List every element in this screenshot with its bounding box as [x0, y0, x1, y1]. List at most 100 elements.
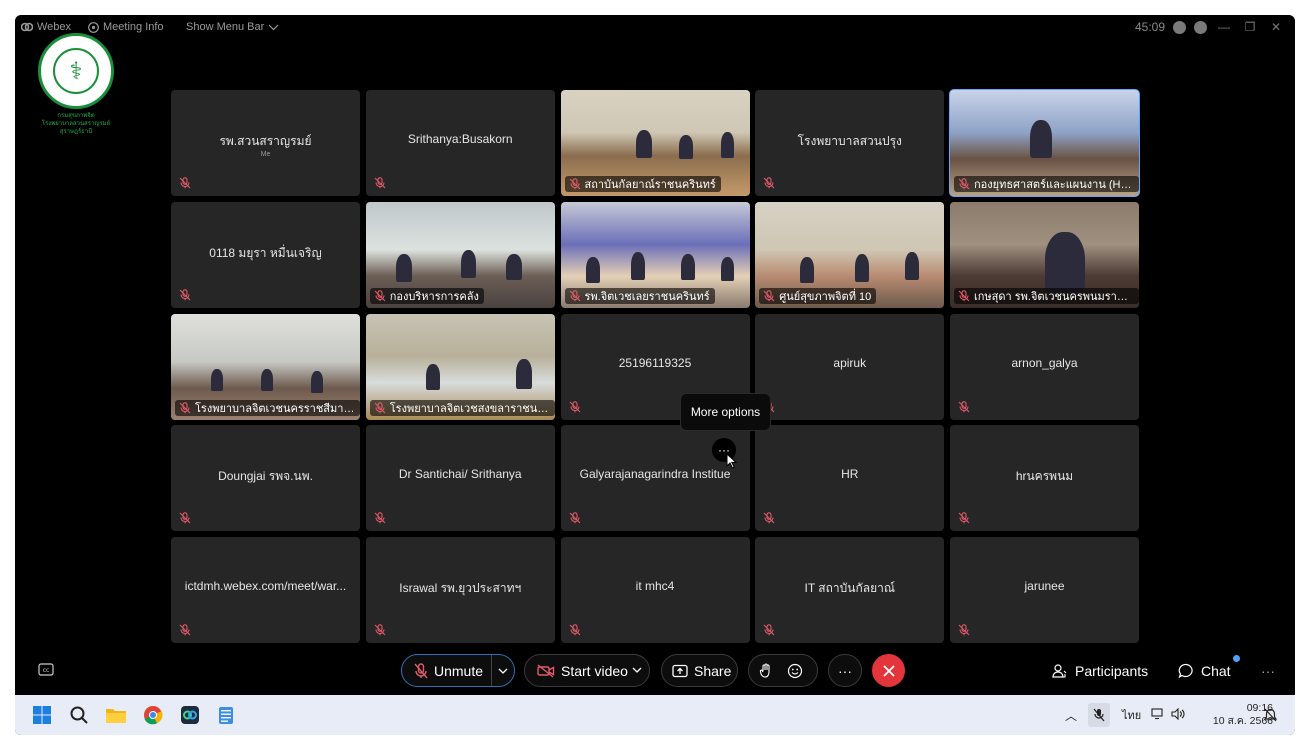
participant-tile[interactable]: IT สถาบันกัลยาณ์ — [755, 537, 945, 643]
search-icon[interactable] — [68, 704, 90, 726]
microphone-in-use-icon[interactable] — [1088, 703, 1110, 727]
windows-start-icon[interactable] — [31, 704, 53, 726]
participant-tile[interactable]: arnon_galya — [950, 313, 1139, 420]
participant-tile[interactable]: กองยุทธศาสตร์และแผนงาน (Host) — [949, 89, 1140, 197]
muted-microphone-icon — [958, 623, 970, 636]
captions-button[interactable]: cc — [38, 663, 54, 681]
participant-tile[interactable]: กองบริหารการคลัง — [365, 201, 555, 308]
chat-button[interactable]: Chat — [1178, 663, 1231, 679]
video-off-icon — [537, 663, 555, 678]
participant-name: เกษสุดา รพ.จิตเวชนครพนมราชนค... — [974, 290, 1134, 303]
muted-microphone-icon — [763, 511, 775, 524]
meeting-info-label: Meeting Info — [103, 21, 164, 33]
participant-tile[interactable]: โรงพยาบาลจิตเวชสงขลาราชนครินทร... — [365, 313, 555, 420]
participant-name: โรงพยาบาลสวนปรุง — [797, 134, 902, 148]
leave-meeting-button[interactable] — [872, 654, 905, 687]
participant-grid: รพ.สวนสราญรมย์ Me Srithanya:Busakorn สถาบัน… — [171, 89, 1140, 643]
participant-tile[interactable]: เกษสุดา รพ.จิตเวชนครพนมราชนค... — [950, 201, 1139, 308]
more-button[interactable]: ··· — [828, 654, 862, 687]
minimize-icon[interactable]: — — [1215, 20, 1233, 34]
video-options-chevron-icon[interactable] — [632, 667, 642, 673]
audio-options-dropdown[interactable] — [491, 655, 514, 686]
participant-name: jarunee — [1024, 579, 1065, 593]
muted-microphone-icon — [958, 511, 970, 524]
system-tray: ︿ ไทย — [1065, 695, 1185, 735]
participant-name: โรงพยาบาลจิตเวชนครราชสีมาราช... — [195, 402, 355, 415]
recording-status-icon[interactable] — [1173, 20, 1186, 34]
notification-bell-icon[interactable] — [1262, 704, 1278, 726]
participant-tile[interactable]: ictdmh.webex.com/meet/war... — [171, 537, 360, 643]
start-video-button[interactable]: Start video — [524, 654, 650, 687]
close-icon[interactable]: ✕ — [1267, 20, 1285, 34]
meeting-controls: cc Unmute Start video Share ··· Particip… — [15, 651, 1295, 693]
volume-icon[interactable] — [1171, 707, 1185, 723]
ministry-logo: ⚕ กรมสุขภาพจิต โรงพยาบาลสวนสราญรมย์ สุรา… — [35, 33, 117, 136]
meeting-info-button[interactable]: Meeting Info — [88, 21, 164, 33]
participant-tile[interactable]: รพ.สวนสราญรมย์ Me — [171, 90, 360, 196]
participant-tile[interactable]: ศูนย์สุขภาพจิตที่ 10 — [755, 201, 945, 308]
participant-name: กองยุทธศาสตร์และแผนงาน (Host) — [974, 179, 1134, 191]
start-video-label: Start video — [561, 662, 628, 679]
show-menu-bar-label: Show Menu Bar — [186, 21, 265, 33]
participant-tile[interactable]: รพ.จิตเวชเลยราชนครินทร์ — [560, 201, 750, 308]
unmute-button[interactable]: Unmute — [401, 654, 515, 687]
participant-name: IT สถาบันกัลยาณ์ — [804, 581, 895, 595]
webex-taskbar-icon[interactable] — [179, 704, 201, 726]
tray-overflow-chevron-icon[interactable]: ︿ — [1065, 707, 1077, 724]
muted-microphone-icon — [179, 288, 191, 301]
raise-hand-icon[interactable] — [759, 662, 773, 679]
participant-tile[interactable]: โรงพยาบาลจิตเวชนครราชสีมาราช... — [171, 313, 360, 420]
participant-tile[interactable]: it mhc4 — [560, 537, 750, 643]
participant-tile[interactable]: jarunee — [950, 537, 1139, 643]
notepad-icon[interactable] — [215, 704, 237, 726]
closed-captions-icon: cc — [38, 663, 54, 676]
muted-microphone-icon — [374, 401, 386, 414]
participant-name: 0118 มยุรา หมื่นเจริญ — [209, 245, 322, 260]
muted-microphone-icon — [569, 623, 581, 636]
muted-microphone-icon — [374, 511, 386, 524]
file-explorer-icon[interactable] — [105, 704, 127, 726]
participant-name-label: โรงพยาบาลจิตเวชนครราชสีมาราช... — [175, 399, 360, 416]
participant-tile[interactable]: apiruk — [755, 313, 945, 420]
participant-tile[interactable]: Dr Santichai/ Srithanya — [365, 425, 555, 532]
panel-options-button[interactable]: ··· — [1261, 663, 1275, 679]
emoji-reaction-icon[interactable] — [787, 663, 803, 679]
participant-name: hrนครพนม — [1015, 469, 1074, 484]
participant-tile[interactable]: Doungjai รพจ.นพ. — [171, 425, 360, 532]
participant-tile[interactable]: Srithanya:Busakorn — [365, 90, 555, 196]
close-icon — [882, 664, 895, 677]
svg-text:cc: cc — [43, 667, 50, 674]
participant-name: รพ.จิตเวชเลยราชนครินทร์ — [584, 290, 710, 303]
participant-name: arnon_galya — [1011, 355, 1078, 370]
chrome-icon[interactable] — [142, 704, 164, 726]
participant-tile[interactable]: Israwal รพ.ยุวประสาทฯ — [365, 537, 555, 643]
chevron-down-icon — [268, 24, 279, 30]
show-menu-bar-button[interactable]: Show Menu Bar — [186, 21, 279, 33]
participant-tile[interactable]: HR — [755, 425, 945, 532]
restore-icon[interactable]: ❐ — [1241, 20, 1259, 34]
network-icon[interactable] — [1151, 707, 1165, 723]
more-options-tooltip: More options — [680, 393, 771, 431]
participant-tile[interactable]: สถาบันกัลยาณ์ราชนครินทร์ — [560, 90, 750, 196]
webex-window: Webex Meeting Info Show Menu Bar 45:09 —… — [15, 15, 1295, 735]
meeting-timer: 45:09 — [1134, 20, 1165, 34]
share-button[interactable]: Share — [661, 654, 738, 687]
participant-tile[interactable]: 0118 มยุรา หมื่นเจริญ — [171, 201, 360, 308]
input-language[interactable]: ไทย — [1122, 706, 1141, 724]
windows-taskbar: ︿ ไทย 09:16 10 ส.ค. 2566 — [15, 695, 1295, 735]
participants-icon — [1052, 664, 1067, 678]
participant-name-label: โรงพยาบาลจิตเวชสงขลาราชนครินทร... — [369, 399, 555, 416]
participant-tile[interactable]: โรงพยาบาลสวนปรุง — [755, 90, 945, 196]
participant-name: HR — [841, 467, 859, 482]
participants-label: Participants — [1075, 663, 1149, 679]
webex-app-menu[interactable]: Webex — [21, 21, 71, 33]
muted-microphone-icon — [958, 290, 970, 302]
chat-notification-dot — [1233, 655, 1240, 662]
participant-name: Galyarajanagarindra Institue — [579, 467, 731, 482]
title-bar: Webex Meeting Info Show Menu Bar 45:09 —… — [15, 15, 1295, 41]
network-health-icon[interactable] — [1194, 20, 1207, 34]
participant-tile[interactable]: hrนครพนม — [950, 425, 1139, 532]
muted-microphone-icon — [763, 176, 775, 189]
participants-button[interactable]: Participants — [1052, 663, 1148, 679]
more-label: ··· — [838, 662, 852, 679]
